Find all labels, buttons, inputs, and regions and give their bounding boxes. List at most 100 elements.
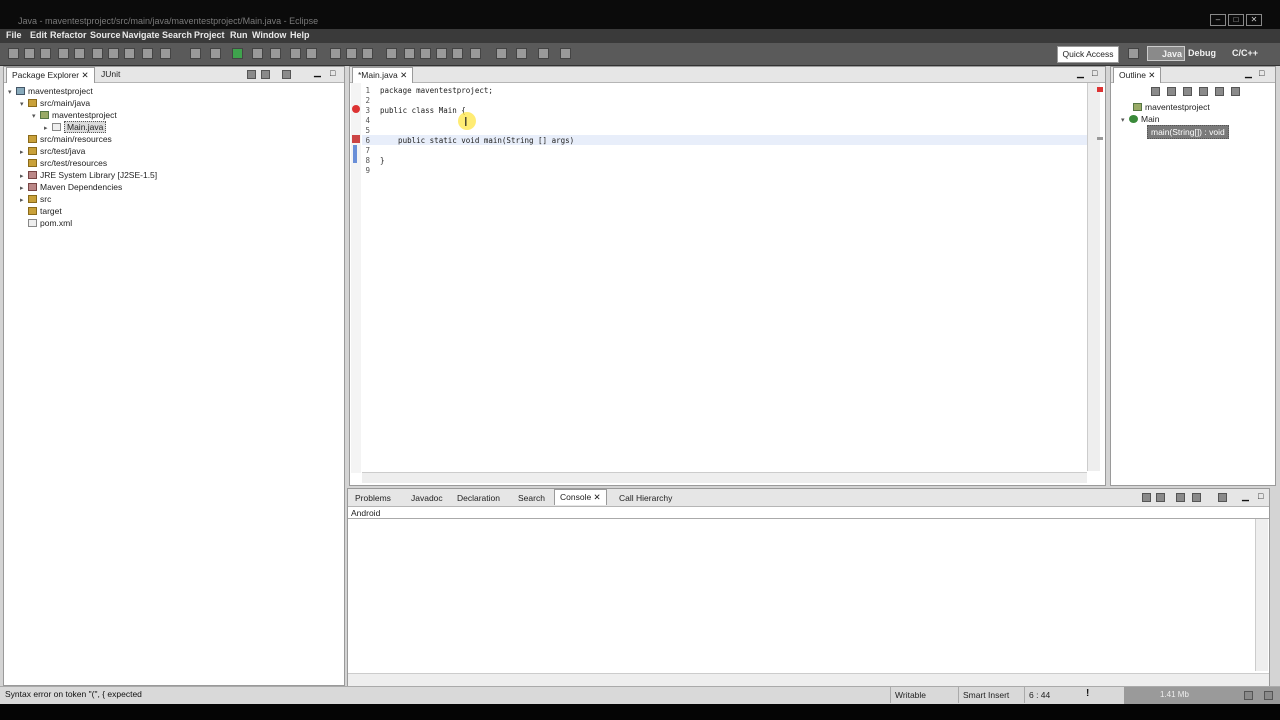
maximize-button[interactable]: □: [1228, 14, 1244, 26]
display-console-icon[interactable]: [1192, 493, 1201, 502]
debug-icon[interactable]: [190, 48, 201, 59]
perspective-debug-button[interactable]: Debug: [1188, 48, 1216, 58]
minimize-view-icon[interactable]: ▁: [314, 67, 321, 78]
maximize-panel-icon[interactable]: □: [1258, 491, 1263, 501]
alert-icon[interactable]: !: [1086, 688, 1089, 699]
clear-console-icon[interactable]: [1142, 493, 1151, 502]
menu-edit[interactable]: Edit: [30, 30, 47, 40]
hide-nonpublic-icon[interactable]: [1183, 87, 1192, 96]
code-text[interactable]: 1 package maventestproject; 2 3 public class…: [354, 86, 1084, 466]
tree-item[interactable]: ▸ Maven Dependencies: [8, 181, 338, 193]
new-icon[interactable]: [8, 48, 19, 59]
outline-method[interactable]: main(String[]) : void: [1147, 125, 1229, 139]
close-tab-icon[interactable]: ✕: [400, 70, 407, 80]
pin-console-icon[interactable]: [1176, 493, 1185, 502]
highlight-icon[interactable]: [420, 48, 431, 59]
run-icon[interactable]: [232, 48, 243, 59]
tab-outline[interactable]: Outline ✕: [1113, 67, 1162, 83]
run-dropdown-icon[interactable]: [252, 48, 263, 59]
menu-run[interactable]: Run: [230, 30, 248, 40]
editor-vertical-scrollbar[interactable]: [1087, 83, 1100, 471]
tab-javadoc[interactable]: Javadoc: [406, 491, 448, 505]
tree-item[interactable]: ▸ JRE System Library [J2SE-1.5]: [8, 169, 338, 181]
maximize-outline-icon[interactable]: □: [1259, 68, 1264, 78]
open-type-icon[interactable]: [142, 48, 153, 59]
save-icon[interactable]: [24, 48, 35, 59]
code-line[interactable]: 7: [354, 146, 380, 156]
block-select-icon[interactable]: [436, 48, 447, 59]
code-line[interactable]: 8}: [354, 156, 384, 166]
code-line[interactable]: 9: [354, 166, 380, 176]
tree-item[interactable]: ▾ maventestproject: [8, 109, 338, 121]
new-project-icon[interactable]: [92, 48, 103, 59]
menu-navigate[interactable]: Navigate: [122, 30, 160, 40]
pin-editor-icon[interactable]: [404, 48, 415, 59]
code-line[interactable]: 5: [354, 126, 380, 136]
menu-refactor[interactable]: Refactor: [50, 30, 87, 40]
tree-item[interactable]: ▸ src: [8, 193, 338, 205]
tab-declaration[interactable]: Declaration: [452, 491, 505, 505]
back-icon[interactable]: [496, 48, 507, 59]
open-task-icon[interactable]: [306, 48, 317, 59]
external-tools-icon[interactable]: [270, 48, 281, 59]
last-edit-icon[interactable]: [470, 48, 481, 59]
minimize-outline-icon[interactable]: ▁: [1245, 68, 1252, 79]
heap-status[interactable]: 1.41 Mb: [1124, 687, 1280, 705]
expanded-triangle-icon[interactable]: ▾: [8, 87, 16, 99]
console-horizontal-scrollbar[interactable]: [348, 673, 1269, 686]
tree-item[interactable]: ▸ Main.java: [8, 121, 338, 133]
maximize-view-icon[interactable]: □: [330, 68, 335, 78]
forward-icon[interactable]: [516, 48, 527, 59]
quick-access-field[interactable]: Quick Access: [1057, 46, 1119, 63]
tab-call-hierarchy[interactable]: Call Hierarchy: [614, 491, 677, 505]
code-line[interactable]: 6 public static void main(String [] args…: [354, 136, 574, 146]
tab-problems[interactable]: Problems: [350, 491, 396, 505]
menu-search[interactable]: Search: [162, 30, 192, 40]
maximize-editor-icon[interactable]: □: [1092, 68, 1097, 78]
code-line[interactable]: 4: [354, 116, 380, 126]
tab-search[interactable]: Search: [513, 491, 550, 505]
prev-annotation-icon[interactable]: [362, 48, 373, 59]
tree-item[interactable]: src/test/resources: [8, 157, 338, 169]
sort-icon[interactable]: [1199, 87, 1208, 96]
tab-junit[interactable]: JUnit: [96, 67, 125, 81]
link-with-editor-icon[interactable]: [261, 70, 270, 79]
expanded-triangle-icon[interactable]: ▾: [32, 111, 40, 123]
collapse-triangle-icon[interactable]: ▾: [1121, 115, 1129, 127]
sdk-manager-icon[interactable]: [160, 48, 171, 59]
open-perspective-icon[interactable]: [1128, 48, 1139, 59]
tree-item[interactable]: pom.xml: [8, 217, 338, 229]
focus-icon[interactable]: [1215, 87, 1224, 96]
tree-item[interactable]: src/main/resources: [8, 133, 338, 145]
outline-class[interactable]: ▾ Main: [1121, 113, 1159, 125]
tab-console[interactable]: Console ✕: [554, 489, 607, 505]
debug-dropdown-icon[interactable]: [210, 48, 221, 59]
tree-item[interactable]: target: [8, 205, 338, 217]
hide-fields-icon[interactable]: [1151, 87, 1160, 96]
tab-main-java[interactable]: *Main.java ✕: [352, 67, 414, 83]
open-console-icon[interactable]: [1218, 493, 1227, 502]
tree-item[interactable]: ▾ src/main/java: [8, 97, 338, 109]
perspective-java-button[interactable]: Java: [1147, 46, 1185, 61]
view-menu-icon[interactable]: [282, 70, 291, 79]
menu-help[interactable]: Help: [290, 30, 310, 40]
nav-forward-icon[interactable]: [560, 48, 571, 59]
gc-icon[interactable]: [1244, 691, 1253, 700]
code-line[interactable]: 2: [354, 96, 380, 106]
next-annotation-icon[interactable]: [346, 48, 357, 59]
menu-project[interactable]: Project: [194, 30, 225, 40]
save-all-icon[interactable]: [40, 48, 51, 59]
outline-package[interactable]: maventestproject: [1133, 101, 1210, 113]
toggle-mark-icon[interactable]: [386, 48, 397, 59]
code-line[interactable]: 3 public class Main {: [354, 106, 465, 116]
console-vertical-scrollbar[interactable]: [1255, 519, 1268, 671]
coverage-icon[interactable]: [290, 48, 301, 59]
nav-back-icon[interactable]: [538, 48, 549, 59]
scroll-lock-icon[interactable]: [1156, 493, 1165, 502]
show-whitespace-icon[interactable]: [452, 48, 463, 59]
menu-file[interactable]: File: [6, 30, 22, 40]
tab-package-explorer[interactable]: Package Explorer ✕: [6, 67, 95, 83]
editor-horizontal-scrollbar[interactable]: [362, 472, 1087, 483]
menu-window[interactable]: Window: [252, 30, 286, 40]
overview-marker[interactable]: [1097, 137, 1103, 140]
